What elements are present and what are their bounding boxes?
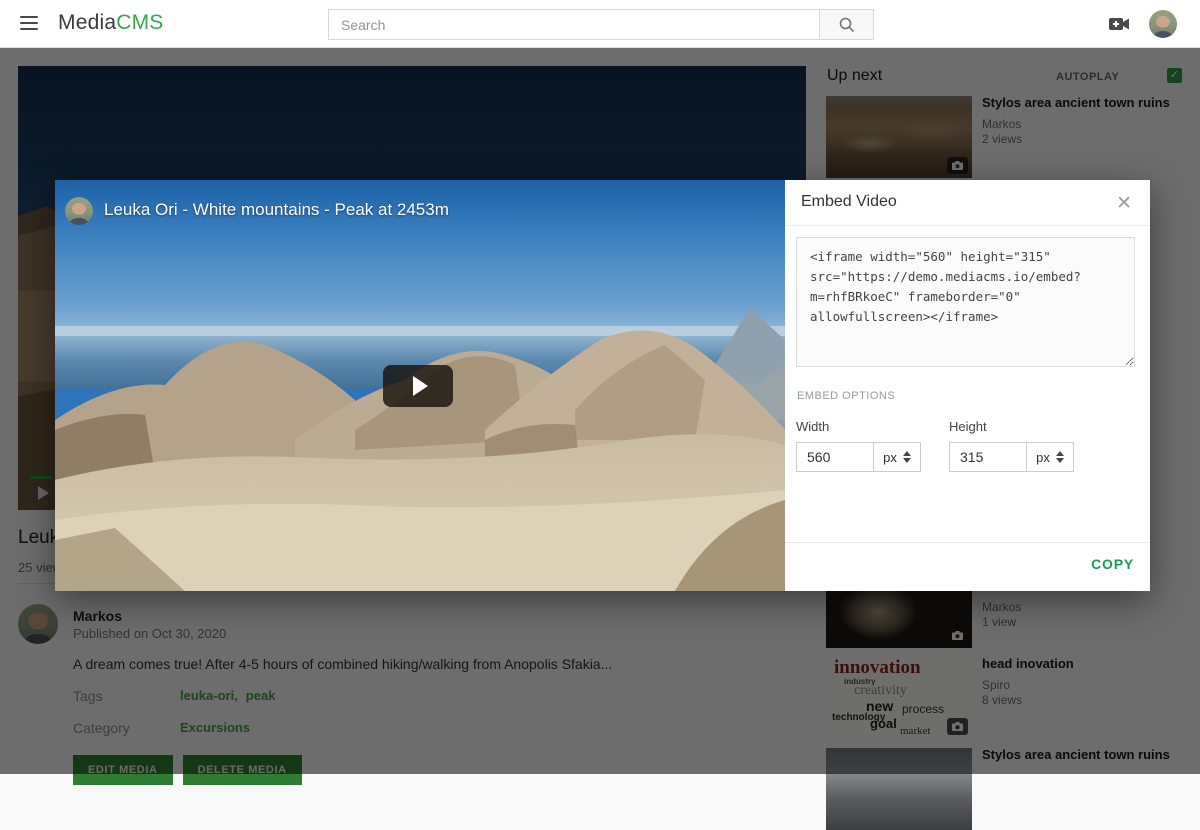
play-button[interactable] [383,365,453,407]
embed-dialog: Leuka Ori - White mountains - Peak at 24… [55,180,1150,591]
width-field-group: Width px [796,419,921,472]
search-input[interactable] [328,9,820,40]
embed-options-label: EMBED OPTIONS [797,390,895,402]
copy-button[interactable]: COPY [1091,556,1134,572]
height-label: Height [949,419,1074,434]
search-bar [328,9,874,40]
search-button[interactable] [820,9,874,40]
upload-media-icon[interactable] [1108,15,1130,33]
height-unit-select[interactable]: px [1026,442,1074,472]
play-icon [413,376,428,396]
spinner-arrows-icon [1056,451,1064,463]
width-unit-select[interactable]: px [873,442,921,472]
preview-video-title: Leuka Ori - White mountains - Peak at 24… [104,200,449,220]
height-input[interactable] [949,442,1027,472]
close-icon[interactable]: ✕ [1112,190,1136,217]
user-avatar[interactable] [1149,10,1177,38]
modal-title: Embed Video [801,193,897,211]
logo-media-text: Media [58,11,116,34]
unit-label: px [883,450,897,465]
hamburger-menu-icon[interactable] [20,16,38,32]
search-icon [838,16,856,34]
embed-modal: Embed Video ✕ <iframe width="560" height… [785,180,1150,591]
embed-video-preview[interactable]: Leuka Ori - White mountains - Peak at 24… [55,180,785,591]
divider [785,225,1150,226]
width-label: Width [796,419,921,434]
uploader-avatar [65,197,93,225]
mediacms-logo[interactable]: MediaCMS [58,11,163,35]
height-field-group: Height px [949,419,1074,472]
top-header: MediaCMS [0,0,1200,48]
spinner-arrows-icon [903,451,911,463]
width-input[interactable] [796,442,874,472]
embed-code-textarea[interactable]: <iframe width="560" height="315" src="ht… [796,237,1135,367]
unit-label: px [1036,450,1050,465]
logo-cms-text: CMS [116,11,163,34]
modal-footer: COPY [785,542,1150,591]
